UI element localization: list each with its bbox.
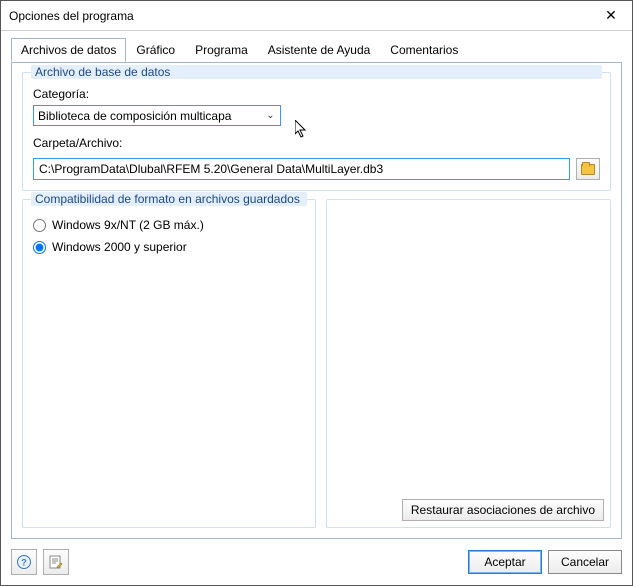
bottom-bar: ? Aceptar Cancelar	[11, 539, 622, 575]
group-database-file: Archivo de base de datos Categoría: Bibl…	[22, 72, 611, 191]
folder-icon	[581, 164, 595, 175]
tab-comentarios[interactable]: Comentarios	[380, 38, 468, 62]
close-icon: ✕	[605, 7, 617, 24]
tab-programa[interactable]: Programa	[185, 38, 258, 62]
help-button[interactable]: ?	[11, 549, 37, 575]
help-icon: ?	[16, 554, 32, 570]
radio-win9x-label: Windows 9x/NT (2 GB máx.)	[52, 218, 204, 232]
category-dropdown[interactable]: Biblioteca de composición multicapa ⌄	[33, 105, 281, 126]
radio-win9x-input[interactable]	[33, 219, 46, 232]
lower-columns: Compatibilidad de formato en archivos gu…	[22, 199, 611, 528]
tab-archivos-datos[interactable]: Archivos de datos	[11, 38, 126, 62]
restore-associations-button[interactable]: Restaurar asociaciones de archivo	[402, 499, 604, 521]
tab-page-archivos-datos: Archivo de base de datos Categoría: Bibl…	[11, 62, 622, 539]
content-area: Archivos de datos Gráfico Programa Asist…	[1, 31, 632, 585]
edit-button[interactable]	[43, 549, 69, 575]
tab-grafico[interactable]: Gráfico	[126, 38, 185, 62]
close-button[interactable]: ✕	[590, 1, 632, 30]
ok-button[interactable]: Aceptar	[468, 550, 542, 574]
chevron-down-icon: ⌄	[263, 108, 278, 123]
right-panel: Restaurar asociaciones de archivo	[326, 199, 612, 528]
category-label: Categoría:	[33, 87, 600, 101]
title-bar: Opciones del programa ✕	[1, 1, 632, 31]
tab-asistente-ayuda[interactable]: Asistente de Ayuda	[258, 38, 381, 62]
radio-win2000[interactable]: Windows 2000 y superior	[33, 240, 305, 254]
cancel-button[interactable]: Cancelar	[548, 550, 622, 574]
tab-strip: Archivos de datos Gráfico Programa Asist…	[11, 38, 622, 63]
browse-button[interactable]	[576, 158, 600, 180]
group-format-compat-title: Compatibilidad de formato en archivos gu…	[31, 192, 307, 206]
radio-win9x[interactable]: Windows 9x/NT (2 GB máx.)	[33, 218, 305, 232]
group-database-file-title: Archivo de base de datos	[31, 65, 602, 79]
path-label: Carpeta/Archivo:	[33, 136, 600, 150]
radio-win2000-input[interactable]	[33, 241, 46, 254]
radio-win2000-label: Windows 2000 y superior	[52, 240, 187, 254]
edit-icon	[49, 555, 63, 569]
path-row	[33, 158, 600, 180]
window-title: Opciones del programa	[9, 9, 134, 23]
group-format-compat: Compatibilidad de formato en archivos gu…	[22, 199, 316, 528]
category-dropdown-value: Biblioteca de composición multicapa	[38, 109, 231, 123]
path-input[interactable]	[33, 158, 570, 180]
svg-text:?: ?	[21, 558, 27, 568]
